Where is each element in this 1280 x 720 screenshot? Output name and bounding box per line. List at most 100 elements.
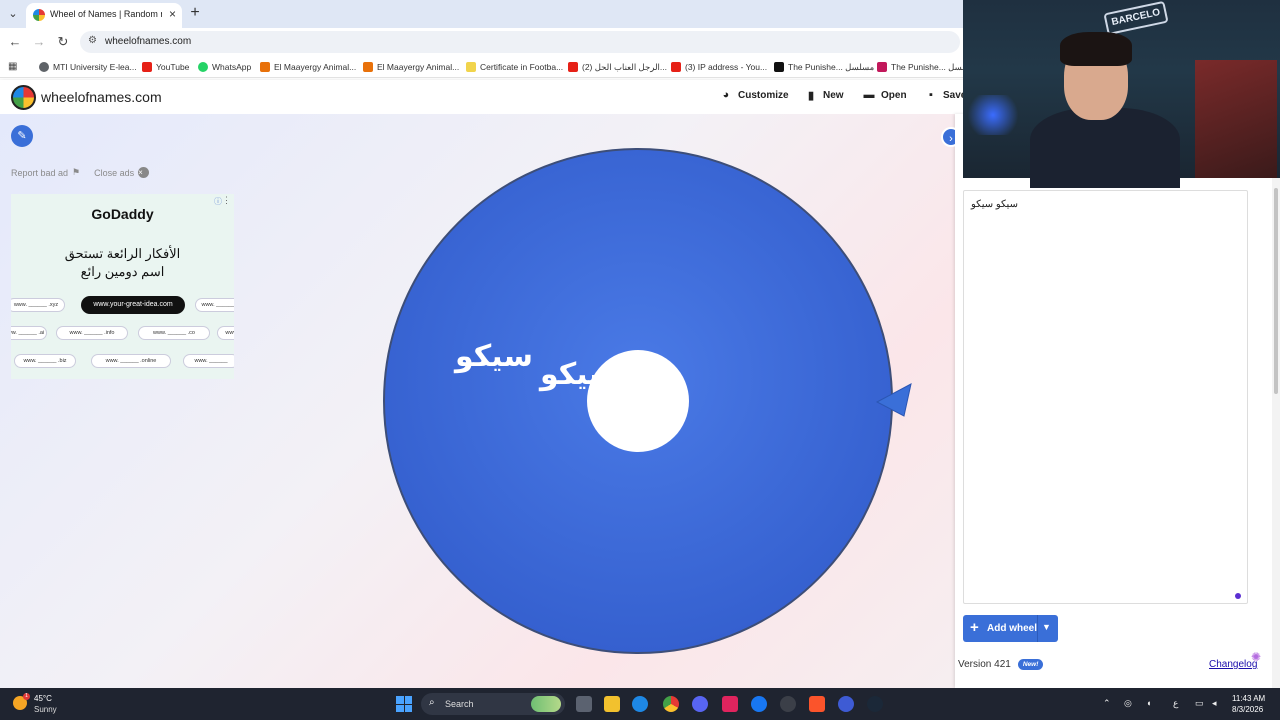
scrollbar-thumb[interactable]	[1274, 188, 1278, 394]
url-text[interactable]: wheelofnames.com	[105, 36, 191, 47]
new-button[interactable]: ▮ New	[805, 89, 844, 102]
collapse-panel-chevron-icon[interactable]: ›	[941, 127, 955, 147]
webcam-light	[963, 95, 1023, 135]
bookmark-item[interactable]: (2) الرجل العناب الحل...	[568, 60, 667, 74]
tab-search-chevron-icon[interactable]: ⌄	[5, 6, 21, 22]
discord-icon[interactable]	[692, 696, 708, 712]
tray-volume-icon[interactable]: ◂	[1212, 698, 1217, 709]
bookmark-item[interactable]: Certificate in Footba...	[466, 60, 563, 74]
entries-textarea[interactable]: سيكو سيكو	[963, 190, 1248, 604]
wheel-favicon-icon	[33, 9, 45, 21]
site-logo-icon[interactable]	[11, 85, 36, 110]
webcam-person-body	[1030, 108, 1180, 188]
chrome-icon[interactable]	[663, 696, 679, 712]
tray-camera-icon[interactable]: ◎	[1124, 698, 1132, 709]
search-icon: ⌕	[429, 697, 435, 708]
report-bad-ad-link[interactable]: Report bad ad ⚑	[11, 167, 80, 178]
bookmark-icon	[39, 62, 49, 72]
whatsapp-icon	[198, 62, 208, 72]
bookmark-item[interactable]: El Maayergy Animal...	[260, 60, 356, 74]
entry-text[interactable]: سيكو سيكو	[971, 199, 1018, 210]
bookmark-item[interactable]: (3) IP address - You...	[671, 60, 767, 74]
file-explorer-icon[interactable]	[604, 696, 620, 712]
facebook-icon[interactable]	[751, 696, 767, 712]
new-file-icon: ▮	[807, 90, 815, 102]
new-badge: New!	[1017, 659, 1044, 670]
tray-chevron-up-icon[interactable]: ⌃	[1103, 698, 1111, 709]
back-arrow-icon[interactable]: ←	[7, 34, 23, 50]
weather-temperature[interactable]: 45°C	[34, 694, 52, 703]
save-icon: ▪	[929, 89, 933, 101]
tray-display-icon[interactable]: ▭	[1195, 698, 1204, 709]
bookmark-item[interactable]: El Maayergy Animal...	[363, 60, 459, 74]
dropdown-caret-icon[interactable]: ▼	[1042, 622, 1051, 632]
tab-close-icon[interactable]: ×	[169, 7, 176, 21]
ad-pill: www. ______ .info	[56, 326, 128, 340]
site-info-icon[interactable]: ⚙	[88, 35, 97, 46]
tray-mic-icon[interactable]: ◖	[1146, 698, 1151, 708]
ad-pill: www. ______	[183, 354, 234, 368]
weather-description[interactable]: Sunny	[34, 705, 57, 714]
save-button[interactable]: ▪ Save	[925, 89, 966, 101]
youtube-icon	[671, 62, 681, 72]
bookmark-icon	[774, 62, 784, 72]
wheel-entry-label: سيكو	[453, 339, 533, 374]
bookmark-icon	[877, 62, 887, 72]
open-button[interactable]: ▬ Open	[863, 89, 907, 101]
ad-pill: www. ______ .ai	[11, 326, 47, 340]
add-wheel-button[interactable]: + Add wheel ▼	[963, 615, 1058, 642]
bookmark-icon	[363, 62, 373, 72]
youtube-icon	[568, 62, 578, 72]
forward-arrow-icon[interactable]: →	[31, 34, 47, 50]
tab-title: Wheel of Names | Random name	[50, 9, 162, 19]
apps-grid-icon[interactable]: ▦	[8, 61, 19, 72]
ad-pill: www. ______ .co	[138, 326, 210, 340]
address-bar[interactable]: ⚙ wheelofnames.com	[80, 31, 960, 53]
windows-taskbar: 1 45°C Sunny ⌕ Search ⌃ ◎ ◖ ع ▭ ◂ 11:43 …	[0, 688, 1280, 720]
reload-icon[interactable]: ↻	[55, 34, 71, 50]
ad-headline-1: الأفكار الرائعة تستحق	[64, 246, 181, 261]
customize-button[interactable]: ◕ Customize	[720, 89, 789, 101]
close-ads-link[interactable]: Close ads ×	[94, 167, 150, 178]
clock-time[interactable]: 11:43 AM	[1232, 694, 1265, 703]
ad-pill: www.	[217, 326, 234, 340]
godaddy-ad[interactable]: ⓘ ⋮ GoDaddy الأفكار الرائعة تستحق اسم دو…	[11, 194, 234, 379]
ad-controls: Report bad ad ⚑ Close ads ×	[11, 167, 150, 178]
split-divider	[1037, 615, 1038, 642]
input-language[interactable]: ع	[1173, 698, 1178, 709]
ad-headline-2: اسم دومين رائع	[80, 264, 165, 279]
brave-icon[interactable]	[809, 696, 825, 712]
clock-date[interactable]: 8/3/2026	[1232, 705, 1263, 714]
ad-pill: www. ______ .biz	[14, 354, 76, 368]
close-circle-icon: ×	[138, 167, 150, 178]
webcam-person-hair	[1060, 32, 1132, 66]
plus-icon: +	[970, 619, 979, 636]
ad-pill: www. ______ .online	[91, 354, 171, 368]
windows-start-icon[interactable]	[396, 696, 412, 712]
new-tab-plus-icon[interactable]: +	[188, 4, 202, 22]
steam-icon[interactable]	[867, 696, 883, 712]
ea-icon[interactable]	[838, 696, 854, 712]
bookmark-item[interactable]: WhatsApp	[198, 60, 251, 74]
search-highlight-art	[531, 696, 561, 712]
brain-icon[interactable]: ✺	[1251, 650, 1261, 664]
ad-more-icon[interactable]: ⋮	[222, 195, 231, 206]
screen: ⌄ Wheel of Names | Random name × + ← → ↻…	[0, 0, 1280, 720]
browser-tab-active[interactable]: Wheel of Names | Random name ×	[26, 3, 182, 28]
grammarly-dot-icon[interactable]	[1235, 593, 1241, 599]
bookmark-item[interactable]: MTI University E-lea...	[39, 60, 137, 74]
ad-pill: www. ______ .xyz	[11, 298, 65, 312]
edit-pencil-icon[interactable]: ✎	[11, 125, 33, 147]
ad-brand: GoDaddy	[91, 206, 154, 222]
app-icon[interactable]	[780, 696, 796, 712]
bookmark-item[interactable]: The Punishe... مسلسل	[774, 60, 874, 74]
task-view-icon[interactable]	[576, 696, 592, 712]
name-wheel[interactable]: سيكو سيكو	[380, 144, 920, 664]
site-name[interactable]: wheelofnames.com	[41, 89, 162, 105]
app-icon[interactable]	[722, 696, 738, 712]
taskbar-search[interactable]: ⌕ Search	[421, 693, 565, 715]
panel-scrollbar[interactable]	[1272, 178, 1280, 688]
palette-icon: ◕	[722, 89, 730, 101]
edge-icon[interactable]	[632, 696, 648, 712]
bookmark-item[interactable]: YouTube	[142, 60, 189, 74]
